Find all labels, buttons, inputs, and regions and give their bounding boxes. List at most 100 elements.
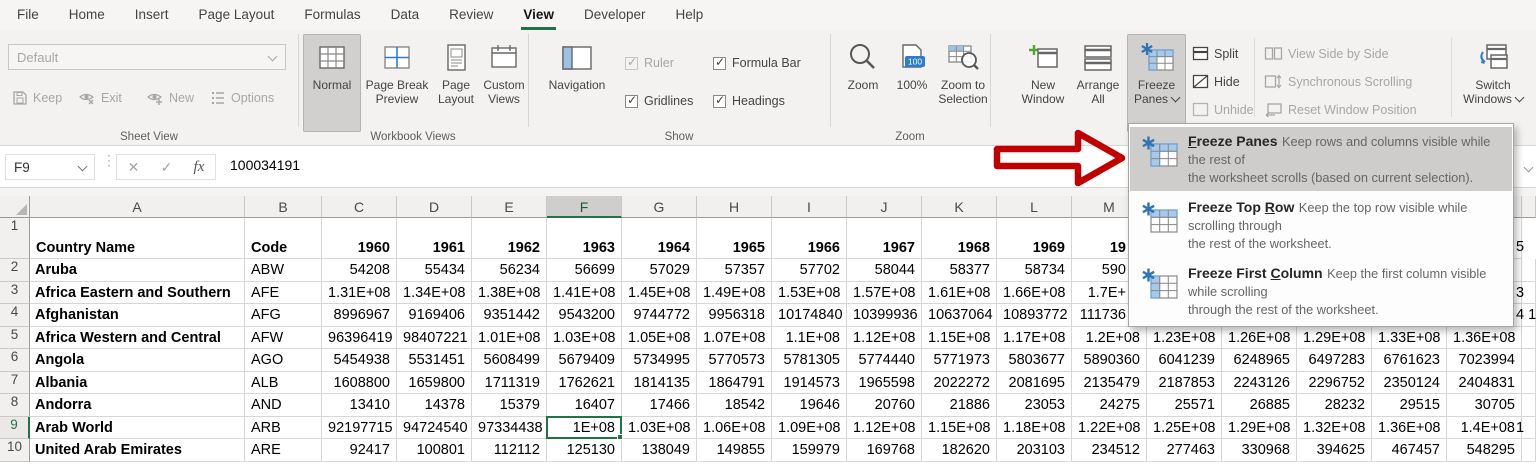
grid-cell[interactable]: 1965598 bbox=[847, 371, 922, 394]
row-header-2[interactable]: 2 bbox=[0, 259, 30, 282]
row-header-7[interactable]: 7 bbox=[0, 371, 30, 394]
grid-cell[interactable]: 2350124 bbox=[1372, 371, 1447, 394]
grid-cell[interactable]: 28232 bbox=[1297, 394, 1372, 417]
grid-cell[interactable]: 16407 bbox=[547, 394, 622, 417]
new-window-button[interactable]: New Window bbox=[1016, 34, 1070, 132]
grid-cell[interactable]: Angola bbox=[30, 349, 245, 372]
row-header-1[interactable]: 1 bbox=[0, 218, 30, 259]
zoom-button[interactable]: Zoom bbox=[838, 34, 888, 132]
grid-cell[interactable] bbox=[1522, 416, 1536, 439]
grid-cell[interactable]: Africa Eastern and Southern bbox=[30, 281, 245, 304]
grid-cell[interactable]: 20760 bbox=[847, 394, 922, 417]
row-header-6[interactable]: 6 bbox=[0, 349, 30, 372]
grid-cell[interactable]: 1.15E+08 bbox=[922, 416, 997, 439]
tab-developer[interactable]: Developer bbox=[569, 0, 661, 30]
grid-cell[interactable]: 5454938 bbox=[322, 349, 397, 372]
grid-cell[interactable]: 159979 bbox=[772, 439, 847, 462]
grid-cell[interactable]: 1.22E+08 bbox=[1072, 416, 1147, 439]
grid-cell[interactable]: 56234 bbox=[472, 259, 547, 282]
row-header-10[interactable]: 10 bbox=[0, 439, 30, 462]
tab-data[interactable]: Data bbox=[376, 0, 435, 30]
gridlines-checkbox[interactable]: Gridlines bbox=[625, 92, 693, 110]
grid-cell[interactable]: 26885 bbox=[1222, 394, 1297, 417]
grid-cell[interactable]: 57357 bbox=[697, 259, 772, 282]
grid-cell[interactable]: 1.49E+08 bbox=[697, 281, 772, 304]
grid-cell[interactable]: 23053 bbox=[997, 394, 1072, 417]
grid-cell[interactable]: 2135479 bbox=[1072, 371, 1147, 394]
grid-cell[interactable]: 1.17E+08 bbox=[997, 326, 1072, 349]
grid-cell[interactable]: 1.2E+08 bbox=[1072, 326, 1147, 349]
grid-cell[interactable]: 5734995 bbox=[622, 349, 697, 372]
grid-cell[interactable]: 1.03E+08 bbox=[547, 326, 622, 349]
grid-cell[interactable]: 1.36E+08 bbox=[1447, 326, 1522, 349]
grid-cell[interactable]: 1962 bbox=[472, 218, 547, 259]
column-header-J[interactable]: J bbox=[847, 196, 922, 218]
grid-cell[interactable]: 9543200 bbox=[547, 304, 622, 327]
grid-cell[interactable]: 1.12E+08 bbox=[847, 326, 922, 349]
grid-cell[interactable]: 548295 bbox=[1447, 439, 1522, 462]
grid-cell[interactable]: 394625 bbox=[1297, 439, 1372, 462]
grid-cell[interactable]: 1.36E+08 bbox=[1372, 416, 1447, 439]
grid-cell[interactable]: 58377 bbox=[922, 259, 997, 282]
grid-cell[interactable]: 1.12E+08 bbox=[847, 416, 922, 439]
grid-cell[interactable]: 56699 bbox=[547, 259, 622, 282]
grid-cell[interactable]: 1.03E+08 bbox=[622, 416, 697, 439]
grid-cell[interactable]: ARE bbox=[245, 439, 322, 462]
grid-cell[interactable]: AFG bbox=[245, 304, 322, 327]
grid-cell[interactable]: 1.34E+08 bbox=[397, 281, 472, 304]
grid-cell[interactable]: 234512 bbox=[1072, 439, 1147, 462]
grid-cell[interactable] bbox=[1522, 349, 1536, 372]
grid-cell[interactable]: Country Name bbox=[30, 218, 245, 259]
insert-function-icon[interactable]: fx bbox=[194, 159, 205, 176]
grid-cell[interactable]: 24275 bbox=[1072, 394, 1147, 417]
row-header-5[interactable]: 5 bbox=[0, 326, 30, 349]
grid-cell[interactable]: Andorra bbox=[30, 394, 245, 417]
menu-item-freeze-top-row[interactable]: Freeze Top Row Keep the top row visible … bbox=[1130, 193, 1512, 257]
grid-cell[interactable]: 182620 bbox=[922, 439, 997, 462]
split-button[interactable]: Split bbox=[1192, 46, 1238, 61]
name-box[interactable]: F9 bbox=[5, 154, 95, 180]
grid-cell[interactable]: 5679409 bbox=[547, 349, 622, 372]
formula-bar-checkbox[interactable]: Formula Bar bbox=[713, 54, 801, 72]
grid-cell[interactable]: 30705 bbox=[1447, 394, 1522, 417]
column-header-G[interactable]: G bbox=[622, 196, 697, 218]
grid-cell[interactable]: Africa Western and Central bbox=[30, 326, 245, 349]
grid-cell[interactable]: 1.18E+08 bbox=[997, 416, 1072, 439]
grid-cell[interactable] bbox=[1522, 394, 1536, 417]
page-break-preview-button[interactable]: Page Break Preview bbox=[363, 34, 431, 132]
tab-view[interactable]: View bbox=[508, 0, 569, 30]
grid-cell[interactable]: 1.33E+08 bbox=[1372, 326, 1447, 349]
grid-cell[interactable]: 54208 bbox=[322, 259, 397, 282]
grid-cell[interactable]: 25571 bbox=[1147, 394, 1222, 417]
column-header-H[interactable]: H bbox=[697, 196, 772, 218]
grid-cell[interactable]: 1711319 bbox=[472, 371, 547, 394]
options-button[interactable]: Options bbox=[210, 90, 274, 106]
grid-cell[interactable]: 10637064 bbox=[922, 304, 997, 327]
column-header-A[interactable]: A bbox=[30, 196, 245, 218]
row-header-9[interactable]: 9 bbox=[0, 416, 30, 439]
grid-cell[interactable]: 57702 bbox=[772, 259, 847, 282]
grid-cell[interactable]: 1967 bbox=[847, 218, 922, 259]
grid-cell[interactable]: 6497283 bbox=[1297, 349, 1372, 372]
row-header-4[interactable]: 4 bbox=[0, 304, 30, 327]
synchronous-scrolling-button[interactable]: Synchronous Scrolling bbox=[1264, 74, 1412, 89]
grid-cell[interactable]: 15379 bbox=[472, 394, 547, 417]
grid-cell[interactable]: 9351442 bbox=[472, 304, 547, 327]
grid-cell[interactable]: 5781305 bbox=[772, 349, 847, 372]
grid-cell[interactable]: 6248965 bbox=[1222, 349, 1297, 372]
column-header-E[interactable]: E bbox=[472, 196, 547, 218]
unhide-button[interactable]: Unhide bbox=[1192, 102, 1254, 117]
grid-cell[interactable]: Code bbox=[245, 218, 322, 259]
grid-cell[interactable]: 1961 bbox=[397, 218, 472, 259]
hide-button[interactable]: Hide bbox=[1192, 74, 1240, 89]
grid-cell[interactable]: 1.32E+08 bbox=[1297, 416, 1372, 439]
grid-cell[interactable]: 5771973 bbox=[922, 349, 997, 372]
grid-cell[interactable]: 10399936 bbox=[847, 304, 922, 327]
column-header-F[interactable]: F bbox=[547, 196, 622, 218]
tab-home[interactable]: Home bbox=[54, 0, 120, 30]
tab-help[interactable]: Help bbox=[661, 0, 719, 30]
grid-cell[interactable]: 1963 bbox=[547, 218, 622, 259]
grid-cell[interactable]: 55434 bbox=[397, 259, 472, 282]
tab-review[interactable]: Review bbox=[434, 0, 508, 30]
zoom-to-selection-button[interactable]: Zoom to Selection bbox=[936, 34, 990, 132]
